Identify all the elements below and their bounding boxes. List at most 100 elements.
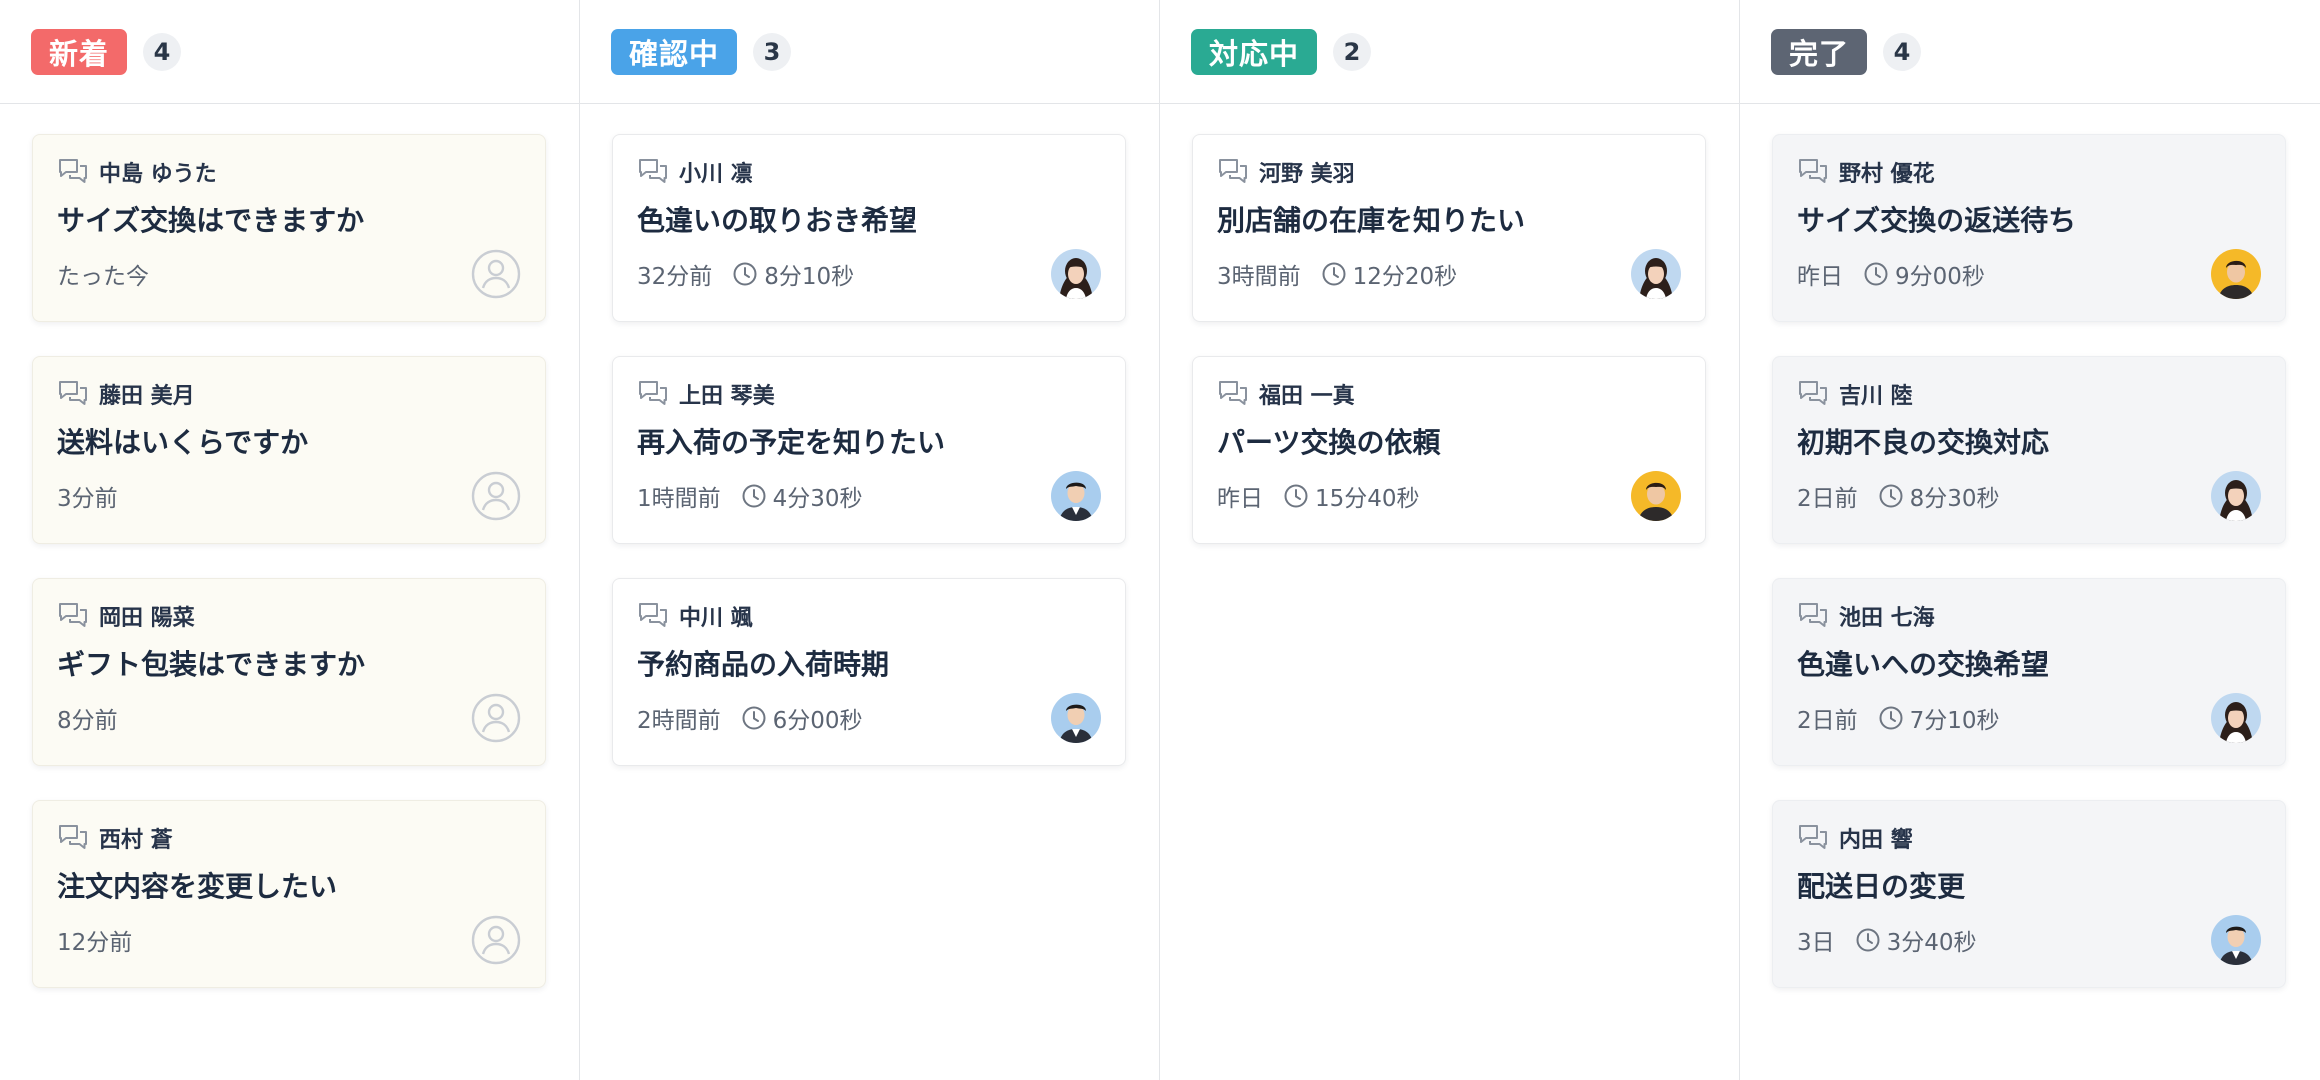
unassigned-avatar-icon[interactable] <box>471 693 521 743</box>
ticket-subject: 再入荷の予定を知りたい <box>637 426 946 459</box>
ticket-subject: 配送日の変更 <box>1797 870 1966 903</box>
chat-bubbles-icon <box>1217 157 1249 187</box>
handling-duration: 6分00秒 <box>772 708 863 734</box>
ticket-subject: 別店舗の在庫を知りたい <box>1217 204 1526 237</box>
card-list: 野村 優花 サイズ交換の返送待ち 昨日 9分00秒 吉川 陸初期不良の交換対応 2日前 8分… <box>1740 104 2320 988</box>
assignee-avatar[interactable] <box>2211 693 2261 743</box>
card-header: 藤田 美月 <box>57 377 521 411</box>
clock-icon <box>1878 483 1904 509</box>
received-time: 2時間前 <box>637 708 721 734</box>
assignee-avatar[interactable] <box>2211 915 2261 965</box>
ticket-card[interactable]: 池田 七海 色違いへの交換希望 2日前 7分10秒 <box>1772 578 2286 766</box>
chat-bubbles-icon <box>637 601 669 631</box>
chat-bubbles-icon <box>57 379 89 409</box>
column-confirm: 確認中 3 小川 凛色違いの取りおき希望 32分前 8分10秒 上田 琴美 再入荷の予定を知… <box>580 0 1160 1080</box>
clock-icon <box>741 705 767 731</box>
column-progress: 対応中 2 河野 美羽 別店舗の在庫を知りたい 3時間前 12分20秒 福田 一真 パーツ交換… <box>1160 0 1740 1080</box>
column-header: 新着 4 <box>0 0 579 104</box>
received-time: 昨日 <box>1217 486 1263 512</box>
ticket-meta: 12分前 <box>57 923 521 957</box>
ticket-subject: 送料はいくらですか <box>57 426 309 459</box>
received-time: 昨日 <box>1797 264 1843 290</box>
chat-bubbles-icon <box>57 157 89 187</box>
handling-duration: 9分00秒 <box>1895 264 1985 290</box>
ticket-card[interactable]: 内田 響配送日の変更 3日 3分40秒 <box>1772 800 2286 988</box>
ticket-card[interactable]: 吉川 陸初期不良の交換対応 2日前 8分30秒 <box>1772 356 2286 544</box>
ticket-subject: 初期不良の交換対応 <box>1797 426 2050 459</box>
card-header: 小川 凛 <box>637 155 1101 189</box>
received-time: 3日 <box>1797 930 1835 956</box>
handling-duration: 8分30秒 <box>1909 486 2000 512</box>
card-list: 河野 美羽別店舗の在庫を知りたい 3時間前 12分20秒福田 一真 パーツ交換の依頼昨… <box>1160 104 1739 544</box>
ticket-card[interactable]: 岡田 陽菜 ギフト包装はできますか 8分前 <box>32 578 546 766</box>
ticket-meta: たった今 <box>57 257 521 291</box>
customer-name: 中川 颯 <box>679 606 753 631</box>
received-time: 3分前 <box>57 486 118 512</box>
card-header: 福田 一真 <box>1217 377 1681 411</box>
chat-bubbles-icon <box>1797 601 1829 631</box>
card-header: 河野 美羽 <box>1217 155 1681 189</box>
assignee-avatar[interactable] <box>2211 249 2261 299</box>
chat-bubbles-icon <box>1797 823 1829 853</box>
assignee-avatar[interactable] <box>2211 471 2261 521</box>
ticket-meta: 3時間前 12分20秒 <box>1217 257 1681 291</box>
ticket-card[interactable]: 野村 優花 サイズ交換の返送待ち 昨日 9分00秒 <box>1772 134 2286 322</box>
handling-duration: 8分10秒 <box>764 264 855 290</box>
column-header: 完了 4 <box>1740 0 2320 104</box>
assignee-avatar[interactable] <box>1631 249 1681 299</box>
chat-bubbles-icon <box>57 601 89 631</box>
customer-name: 上田 琴美 <box>679 384 775 409</box>
ticket-subject: サイズ交換はできますか <box>57 204 365 237</box>
ticket-meta: 昨日 9分00秒 <box>1797 257 2261 291</box>
handling-duration: 3分40秒 <box>1886 930 1977 956</box>
ticket-subject: 予約商品の入荷時期 <box>637 648 890 681</box>
ticket-card[interactable]: 藤田 美月送料はいくらですか 3分前 <box>32 356 546 544</box>
ticket-card[interactable]: 西村 蒼注文内容を変更したい 12分前 <box>32 800 546 988</box>
chat-bubbles-icon <box>1217 379 1249 409</box>
clock-icon <box>1855 927 1881 953</box>
ticket-card[interactable]: 中島 ゆうたサイズ交換はできますかたった今 <box>32 134 546 322</box>
assignee-avatar[interactable] <box>1631 471 1681 521</box>
ticket-card[interactable]: 河野 美羽別店舗の在庫を知りたい 3時間前 12分20秒 <box>1192 134 1706 322</box>
count-badge: 4 <box>1883 32 1922 71</box>
card-list: 小川 凛色違いの取りおき希望 32分前 8分10秒 上田 琴美 再入荷の予定を知りたい 1… <box>580 104 1159 766</box>
card-header: 野村 優花 <box>1797 155 2261 189</box>
ticket-card[interactable]: 小川 凛色違いの取りおき希望 32分前 8分10秒 <box>612 134 1126 322</box>
chat-bubbles-icon <box>1797 379 1829 409</box>
customer-name: 河野 美羽 <box>1259 162 1355 187</box>
card-list: 中島 ゆうた サイズ交換はできますか たった今 藤田 美月 送料はいくらですか 3分前 岡田… <box>0 104 579 988</box>
card-header: 中島 ゆうた <box>57 155 521 189</box>
unassigned-avatar-icon[interactable] <box>471 915 521 965</box>
status-badge: 新着 <box>31 28 128 75</box>
ticket-meta: 3日 3分40秒 <box>1797 923 2261 957</box>
ticket-card[interactable]: 福田 一真 パーツ交換の依頼 昨日 15分40秒 <box>1192 356 1706 544</box>
received-time: 8分前 <box>57 708 118 734</box>
card-header: 中川 颯 <box>637 599 1101 633</box>
unassigned-avatar-icon[interactable] <box>471 471 521 521</box>
count-badge: 2 <box>1333 32 1372 71</box>
status-badge: 完了 <box>1771 28 1868 75</box>
clock-icon <box>1321 261 1347 287</box>
unassigned-avatar-icon[interactable] <box>471 249 521 299</box>
customer-name: 小川 凛 <box>679 162 753 187</box>
assignee-avatar[interactable] <box>1051 249 1101 299</box>
card-header: 内田 響 <box>1797 821 2261 855</box>
customer-name: 吉川 陸 <box>1839 384 1913 409</box>
chat-bubbles-icon <box>637 157 669 187</box>
ticket-subject: ギフト包装はできますか <box>57 648 366 681</box>
assignee-avatar[interactable] <box>1051 471 1101 521</box>
chat-bubbles-icon <box>57 823 89 853</box>
card-header: 吉川 陸 <box>1797 377 2261 411</box>
assignee-avatar[interactable] <box>1051 693 1101 743</box>
received-time: 2日前 <box>1797 486 1858 512</box>
count-badge: 4 <box>143 32 182 71</box>
ticket-card[interactable]: 上田 琴美 再入荷の予定を知りたい 1時間前 4分30秒 <box>612 356 1126 544</box>
chat-bubbles-icon <box>637 379 669 409</box>
customer-name: 中島 ゆうた <box>99 162 217 187</box>
ticket-card[interactable]: 中川 颯予約商品の入荷時期 2時間前 6分00秒 <box>612 578 1126 766</box>
customer-name: 内田 響 <box>1839 828 1913 853</box>
customer-name: 西村 蒼 <box>99 828 173 853</box>
ticket-meta: 8分前 <box>57 701 521 735</box>
customer-name: 池田 七海 <box>1839 606 1935 631</box>
card-header: 池田 七海 <box>1797 599 2261 633</box>
